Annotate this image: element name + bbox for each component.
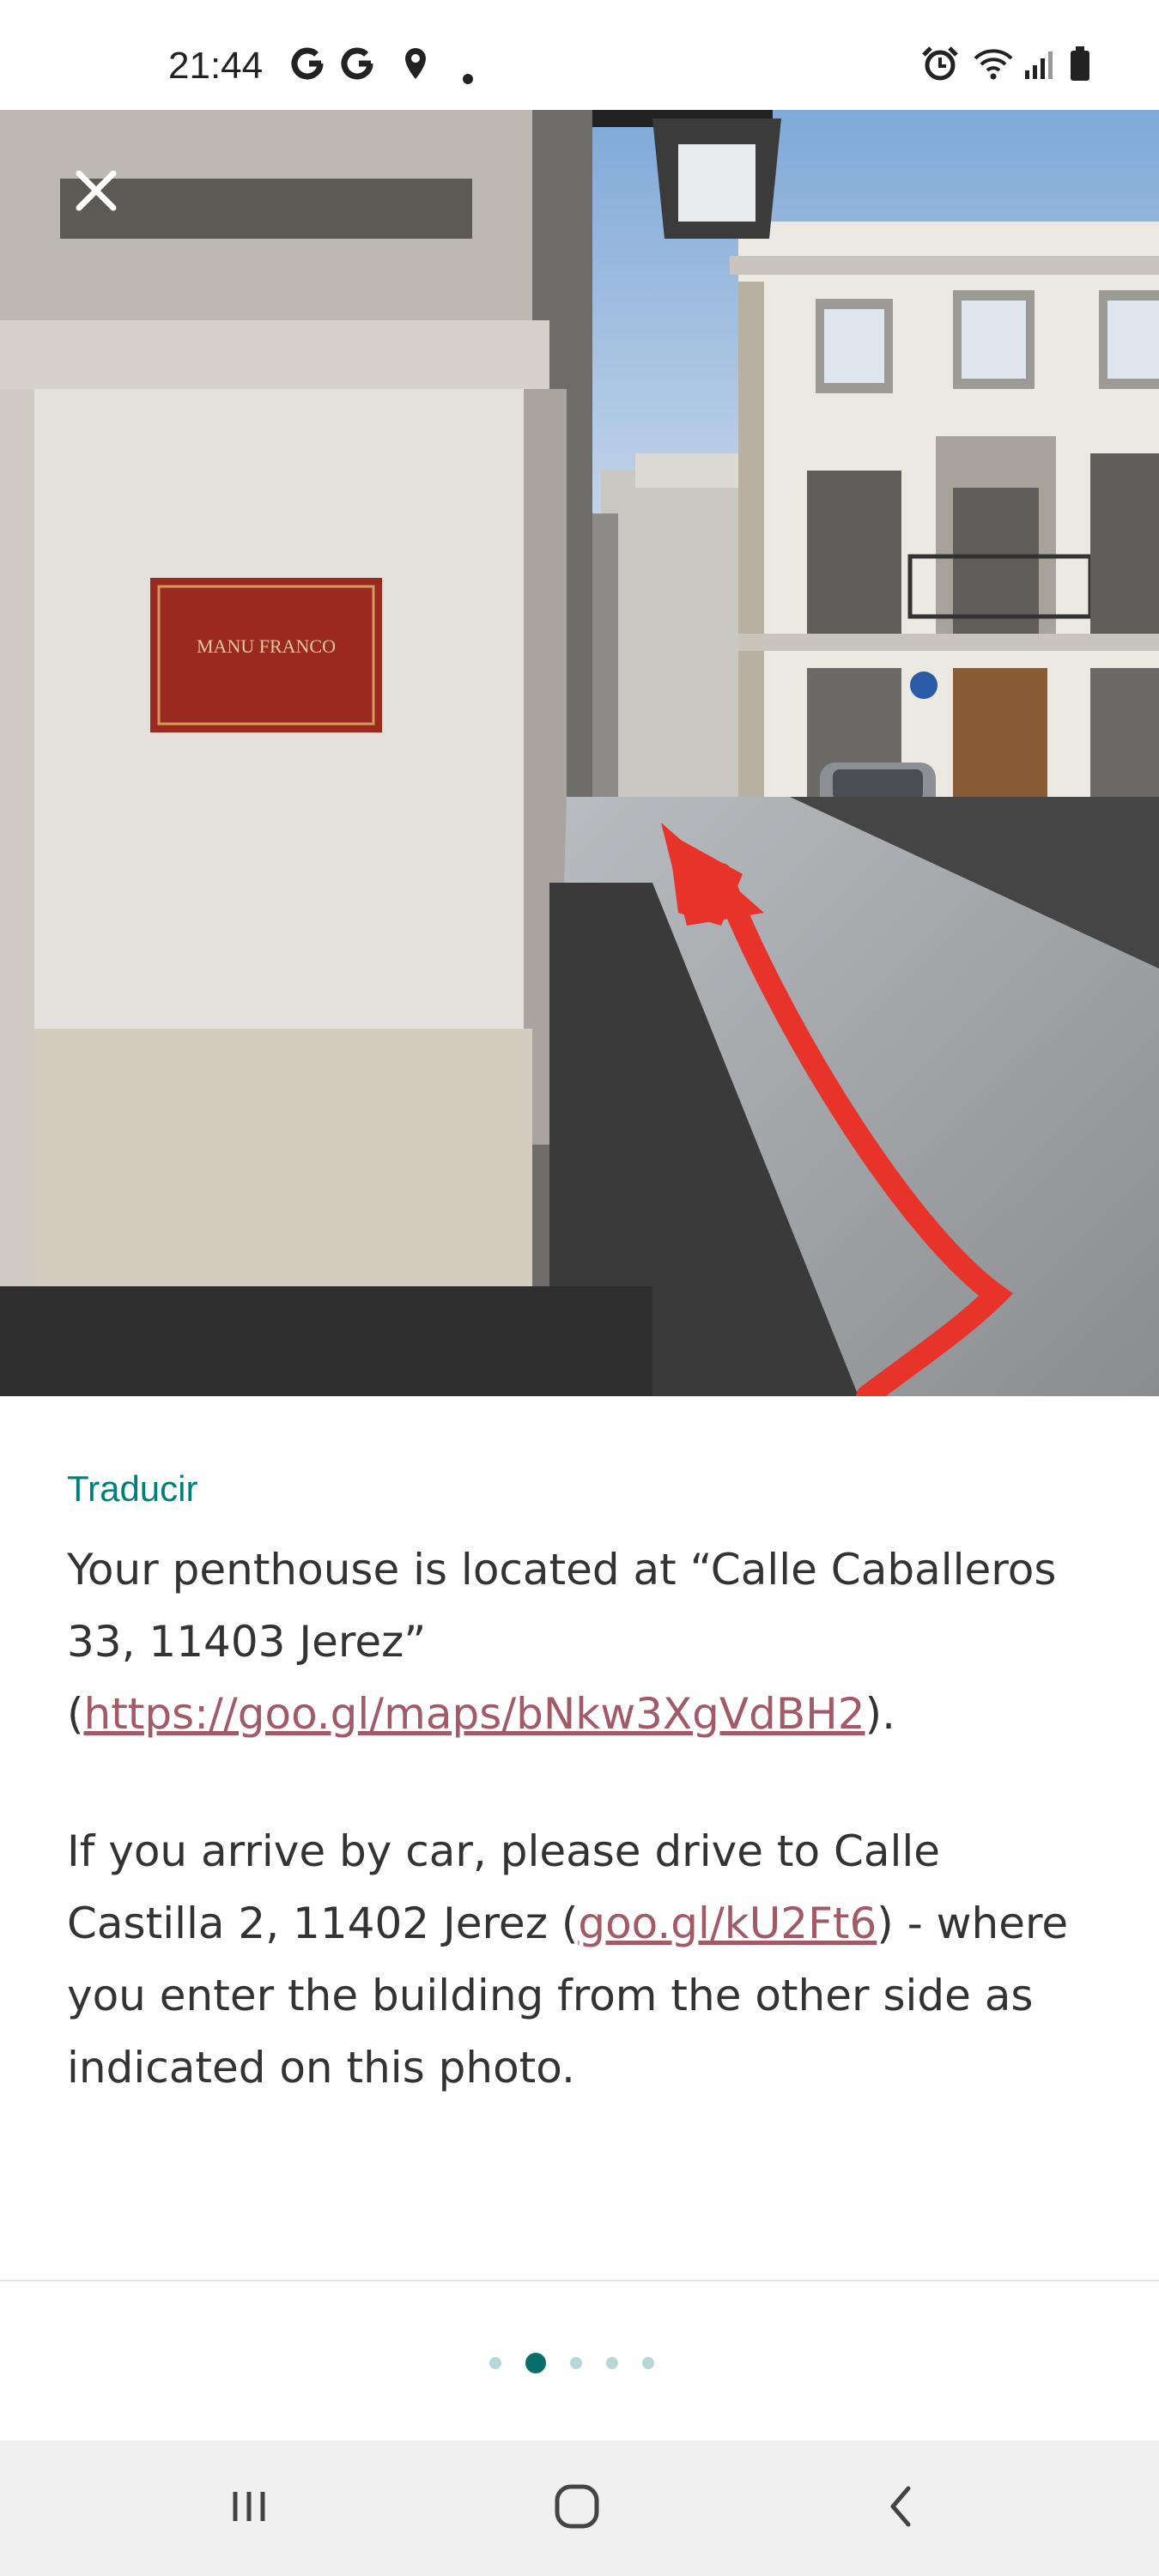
pagination-dot[interactable] — [489, 2357, 501, 2369]
shop-sign-text: MANU FRANCO — [197, 635, 336, 657]
signal-icon — [1025, 52, 1053, 79]
back-icon[interactable] — [867, 2476, 936, 2537]
pagination-dot[interactable] — [570, 2357, 582, 2369]
street-photo-image: MANU FRANCO — [0, 110, 1159, 1396]
dot-icon — [463, 74, 473, 84]
divider — [0, 2280, 1159, 2281]
close-icon[interactable] — [69, 163, 124, 218]
pagination-dots — [489, 2351, 678, 2377]
location-text-end: ). — [865, 1689, 895, 1739]
status-bar: 21:44 — [0, 0, 1159, 110]
message-content: Traducir Your penthouse is located at “C… — [0, 1396, 1159, 2281]
home-icon[interactable] — [543, 2476, 611, 2537]
battery-icon — [1071, 46, 1089, 81]
listing-photo: MANU FRANCO — [0, 110, 1159, 1396]
pagination-dot[interactable] — [642, 2357, 654, 2369]
location-icon — [405, 48, 426, 79]
google-icon — [291, 47, 324, 80]
car-directions-paragraph: If you arrive by car, please drive to Ca… — [67, 1815, 1097, 2104]
pagination-dot[interactable] — [606, 2357, 618, 2369]
status-time: 21:44 — [168, 45, 264, 87]
maps-link[interactable]: https://goo.gl/maps/bNkw3XgVdBH2 — [84, 1689, 865, 1739]
google-icon — [341, 47, 373, 80]
location-paragraph: Your penthouse is located at “Calle Caba… — [67, 1534, 1097, 1750]
recent-apps-icon[interactable] — [215, 2476, 283, 2537]
system-nav-bar — [0, 2440, 1159, 2576]
car-maps-link[interactable]: goo.gl/kU2Ft6 — [578, 1899, 877, 1948]
translate-link[interactable]: Traducir — [67, 1468, 197, 1510]
pagination-dot-active[interactable] — [525, 2353, 546, 2373]
wifi-icon — [974, 49, 1013, 80]
alarm-icon — [922, 46, 958, 81]
